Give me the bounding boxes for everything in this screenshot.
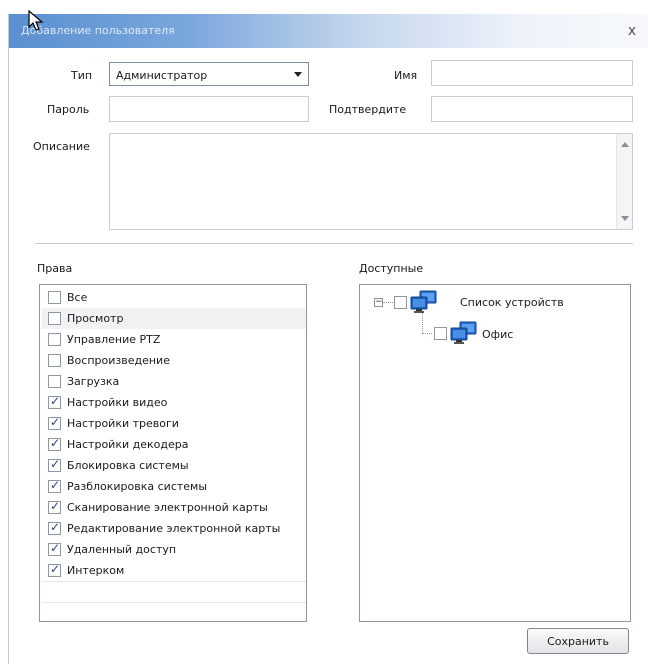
right-checkbox[interactable] [48,415,61,430]
right-item-ptz[interactable]: Управление PTZ [42,329,306,350]
right-checkbox[interactable] [48,354,61,367]
right-item-view[interactable]: Просмотр [42,308,306,329]
row-separator [42,602,306,603]
right-item-intercom[interactable]: Интерком [42,560,306,581]
password-label: Пароль [47,103,90,116]
save-button-label: Сохранить [547,634,609,648]
monitors-icon [410,290,437,313]
monitors-icon [450,321,477,344]
rights-list[interactable]: Все Просмотр Управление PTZ Воспроизведе… [39,284,307,622]
tree-root-label[interactable]: Список устройств [460,296,564,309]
section-divider [35,243,633,244]
right-checkbox[interactable] [48,312,61,325]
mouse-cursor-icon [28,10,44,31]
right-item-remote-access[interactable]: Удаленный доступ [42,539,306,560]
right-item-download[interactable]: Загрузка [42,371,306,392]
right-item-system-lock[interactable]: Блокировка системы [42,455,306,476]
right-checkbox[interactable] [48,333,61,346]
type-label: Тип [71,69,93,82]
chevron-down-icon [294,72,302,77]
tree-root-checkbox[interactable] [394,296,407,309]
right-checkbox[interactable] [48,436,61,451]
right-label: Просмотр [67,312,124,325]
dialog-title: Добавление пользователя [21,24,175,37]
right-label: Сканирование электронной карты [67,501,268,514]
right-checkbox[interactable] [48,520,61,535]
right-item-emap-edit[interactable]: Редактирование электронной карты [42,518,306,539]
right-checkbox[interactable] [48,457,61,472]
right-checkbox[interactable] [48,375,61,388]
name-input[interactable] [431,60,633,86]
right-checkbox[interactable] [48,394,61,409]
close-button[interactable]: x [623,22,641,40]
row-separator [42,581,306,582]
right-label: Настройки видео [67,396,168,409]
right-label: Разблокировка системы [67,480,208,493]
right-label: Воспроизведение [67,354,170,367]
right-item-decoder-settings[interactable]: Настройки декодера [42,434,306,455]
right-item-video-settings[interactable]: Настройки видео [42,392,306,413]
right-checkbox[interactable] [48,499,61,514]
tree-connector [422,333,432,334]
title-bar[interactable]: Добавление пользователя x [9,14,648,48]
add-user-dialog: Добавление пользователя x Тип Администра… [8,14,648,664]
right-label: Настройки тревоги [67,417,179,430]
available-label: Доступные [359,262,424,275]
right-item-playback[interactable]: Воспроизведение [42,350,306,371]
tree-connector [383,302,393,303]
confirm-label: Подтвердите [329,103,407,116]
right-label: Управление PTZ [67,333,161,346]
scroll-up-icon[interactable] [621,142,629,147]
right-label: Загрузка [67,375,120,388]
description-textarea[interactable] [109,133,633,230]
right-label: Все [67,291,88,304]
type-select[interactable]: Администратор [109,62,309,86]
devices-tree[interactable]: − Список устройств Офис [359,284,631,622]
name-label: Имя [394,69,418,82]
right-label: Настройки декодера [67,438,189,451]
right-checkbox[interactable] [48,541,61,556]
right-label: Удаленный доступ [67,543,177,556]
right-checkbox[interactable] [48,478,61,493]
tree-child-checkbox[interactable] [434,327,447,340]
tree-collapse-icon[interactable]: − [374,298,383,307]
right-item-all[interactable]: Все [42,287,306,308]
rights-label: Права [37,262,73,275]
type-select-value: Администратор [116,69,208,82]
confirm-password-input[interactable] [431,96,633,122]
description-scrollbar[interactable] [616,134,632,229]
right-label: Интерком [67,564,125,577]
scroll-down-icon[interactable] [621,216,629,221]
right-checkbox[interactable] [48,562,61,577]
right-item-system-unlock[interactable]: Разблокировка системы [42,476,306,497]
description-label: Описание [33,140,90,153]
right-item-emap-scan[interactable]: Сканирование электронной карты [42,497,306,518]
right-label: Блокировка системы [67,459,189,472]
right-item-alarm-settings[interactable]: Настройки тревоги [42,413,306,434]
tree-child-label[interactable]: Офис [482,328,513,341]
right-label: Редактирование электронной карты [67,522,281,535]
tree-connector [422,313,423,333]
password-input[interactable] [109,96,309,122]
close-icon: x [627,23,637,39]
right-checkbox[interactable] [48,291,61,304]
save-button[interactable]: Сохранить [527,628,629,654]
